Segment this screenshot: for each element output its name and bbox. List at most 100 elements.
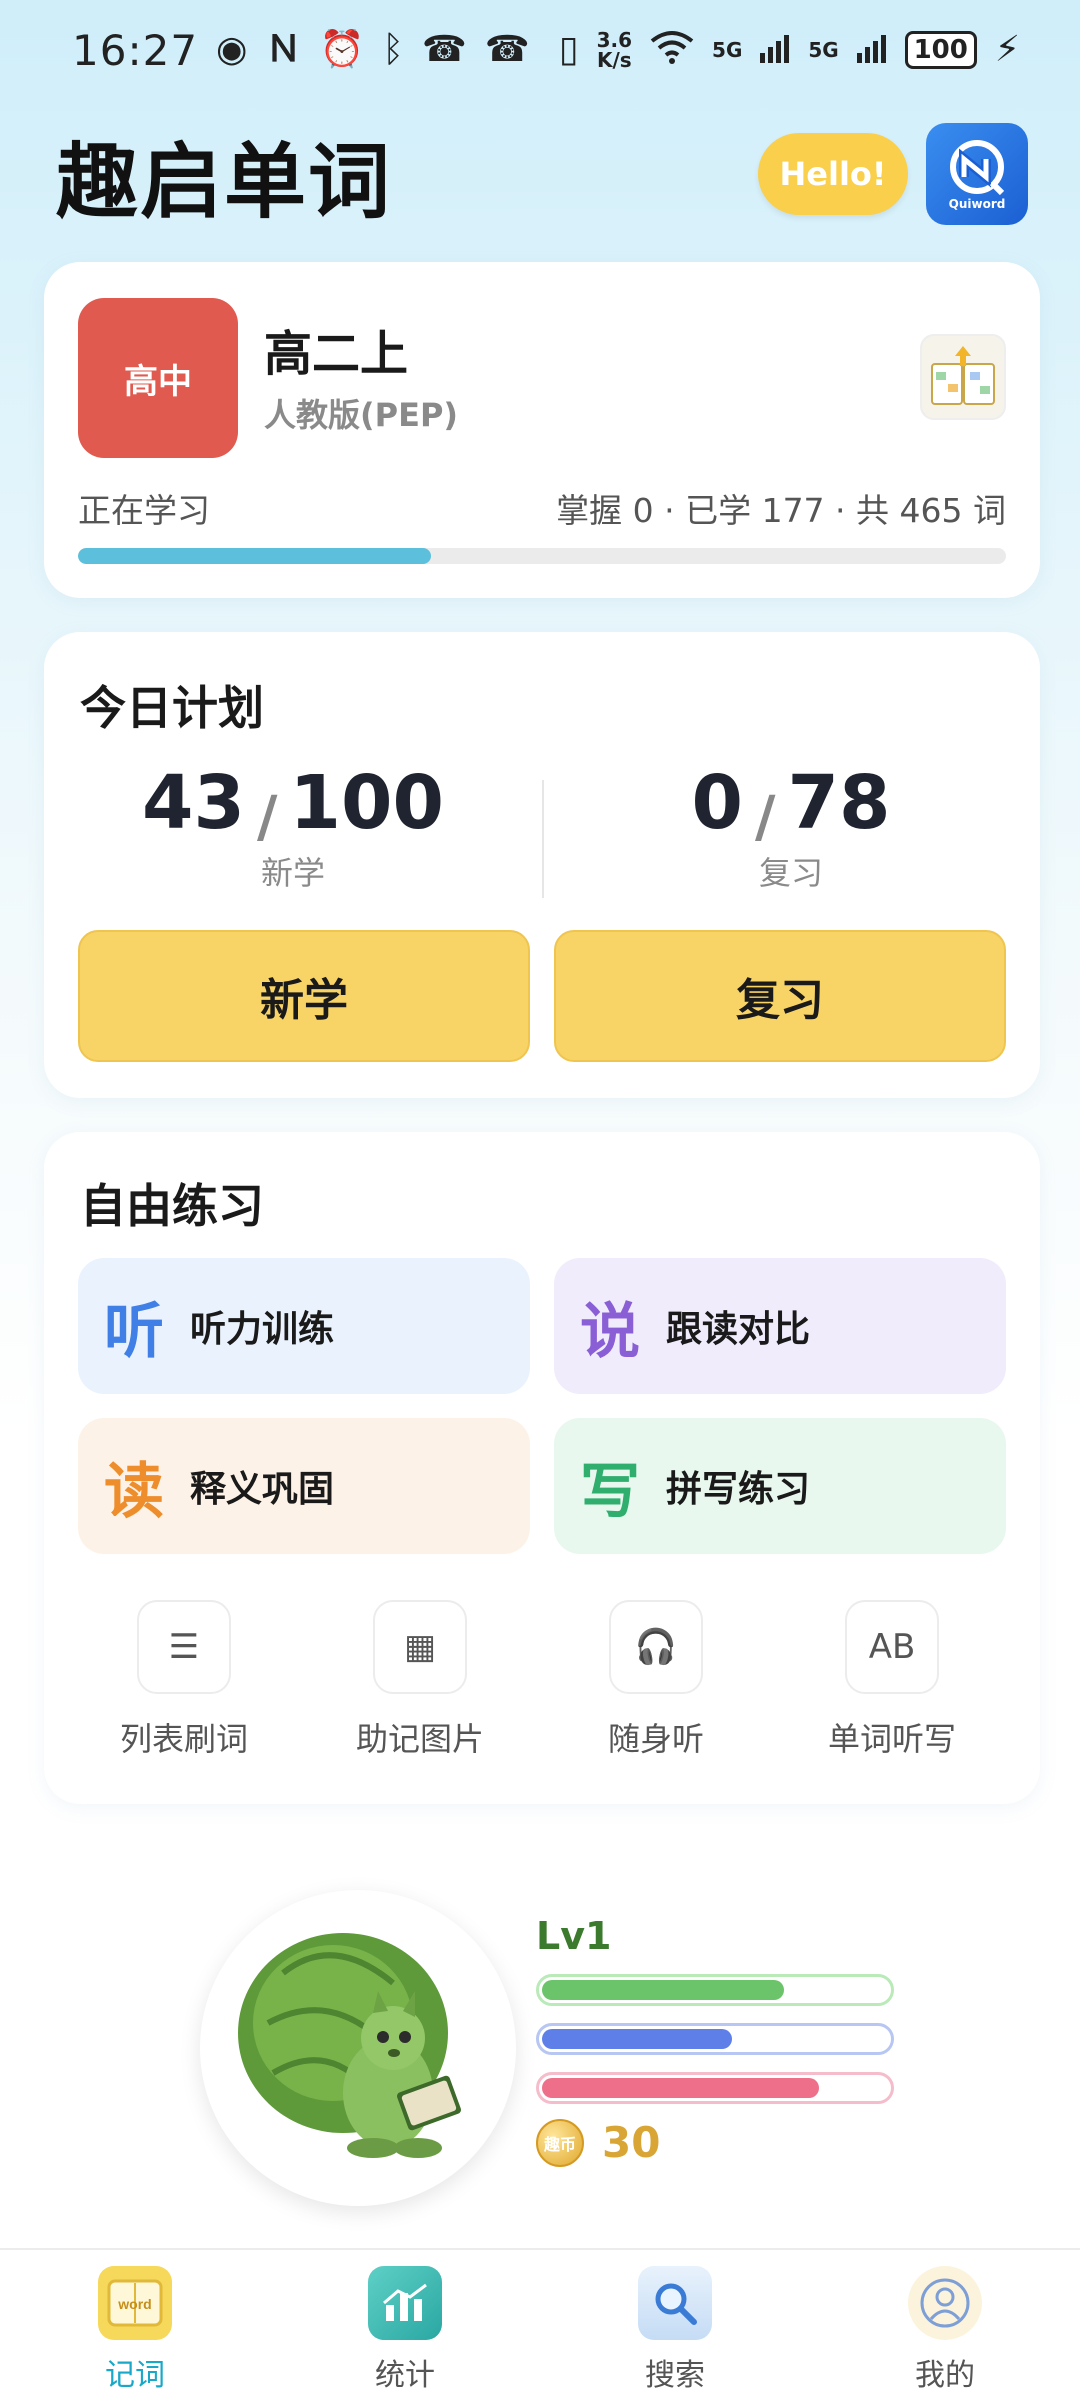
portable-listen-label: 随身听 [607,1720,704,1758]
new-target-count: 100 [289,760,444,846]
meaning-review-label: 释义巩固 [190,1469,335,1510]
wifi-icon [650,29,694,72]
plan-title: 今日计划 [80,681,264,735]
app-header: 趣启单词 Hello! Quiword [56,118,1028,230]
practice-title: 自由练习 [80,1179,264,1233]
hello-button[interactable]: Hello! [758,133,908,215]
book-edition: 人教版(PEP) [264,396,459,434]
dictation-label: 单词听写 [827,1720,956,1758]
listening-glyph-icon: 听 [104,1296,164,1367]
nfc-icon: Ｎ [265,29,302,70]
nav-item-stats[interactable]: 统计 [305,2266,505,2394]
word-book-icon: word [98,2266,172,2340]
mnemonic-images-tool[interactable]: ▦ 助记图片 [320,1600,520,1760]
pet-stat-bar-blue [536,2023,894,2055]
app-title: 趣启单词 [56,134,393,230]
review-slash: / [755,785,776,850]
coin-icon: 趣币 [536,2118,584,2167]
studying-label: 正在学习 [78,491,210,530]
stats-icon [368,2266,442,2340]
book-progress-fill [78,548,431,564]
bottom-nav: word 记词 统计 搜索 我的 [0,2248,1080,2400]
listening-training-tile[interactable]: 听 听力训练 [78,1258,530,1394]
signal-bars-icon-1 [760,27,790,73]
switch-book-button[interactable] [920,334,1006,420]
missed-call-icon-2: ☎ [484,29,530,70]
list-icon: ☰ [137,1600,231,1694]
search-icon [638,2266,712,2340]
nav-item-words[interactable]: word 记词 [35,2266,235,2394]
nav-label-stats: 统计 [375,2358,435,2393]
image-grid-icon: ▦ [373,1600,467,1694]
status-bar: 16:27 ◉ Ｎ ⏰ ᛒ ☎ ☎ ▯ 3.6 K/s 5G 5G 100 ⚡ [0,0,1080,100]
switch-book-icon [931,346,995,405]
speaking-glyph-icon: 说 [580,1296,640,1367]
vibrate-icon: ▯ [558,29,579,70]
pet-stat-bar-green [536,1974,894,2006]
pet-stat-fill-pink [542,2078,819,2098]
reading-glyph-icon: 读 [104,1456,164,1527]
pet-stat-fill-green [542,1980,785,2000]
net-speed: 3.6 K/s [597,30,632,70]
signal-5g-label-1: 5G [712,38,743,62]
battery-icon: 100 [904,31,977,69]
current-book-card[interactable]: 高中 高二上 人教版(PEP) 正在学习 掌握 0 · 已学 177 · 共 4… [44,262,1040,598]
learn-new-button[interactable]: 新学 [78,930,530,1062]
spelling-practice-tile[interactable]: 写 拼写练习 [554,1418,1006,1554]
missed-call-icon: ☎ [421,29,467,70]
review-button[interactable]: 复习 [554,930,1006,1062]
mascot-avatar[interactable] [200,1890,516,2206]
profile-icon [908,2266,982,2340]
pet-level: Lv1 [536,1914,612,1958]
plan-divider [542,780,544,898]
review-caption: 复习 [758,854,823,892]
spelling-practice-label: 拼写练习 [666,1469,811,1510]
net-speed-unit: K/s [596,48,632,72]
word-list-label: 列表刷词 [119,1720,248,1758]
coin-count: 30 [602,2118,661,2167]
new-caption: 新学 [260,854,325,892]
level-badge: 高中 [78,298,238,458]
nav-item-search[interactable]: 搜索 [575,2266,775,2394]
alarm-icon: ⏰ [319,29,365,70]
portable-listen-tool[interactable]: 🎧 随身听 [556,1600,756,1760]
word-icon-text: word [117,2296,151,2312]
review-done-count: 0 [691,760,744,846]
nav-label-words: 记词 [105,2358,165,2393]
new-words-stat: 43/100 新学 [68,760,518,894]
book-title: 高二上 [264,326,409,382]
free-practice-card: 自由练习 听 听力训练 说 跟读对比 读 释义巩固 写 拼写练习 ☰ 列表刷词 … [44,1132,1040,1804]
today-plan-card: 今日计划 43/100 新学 0/78 复习 新学 复习 [44,632,1040,1098]
writing-glyph-icon: 写 [580,1456,640,1527]
logo-text: Quiword [948,197,1006,211]
eye-icon: ◉ [216,29,248,70]
headphones-icon: 🎧 [609,1600,703,1694]
bluetooth-icon: ᛒ [382,29,404,70]
leaf-squirrel-mascot-icon [238,1933,462,2158]
app-logo-button[interactable]: Quiword [926,123,1028,225]
new-done-count: 43 [142,760,246,846]
status-time: 16:27 [72,25,199,75]
quiword-logo-icon [950,140,1005,196]
review-target-count: 78 [787,760,891,846]
meaning-review-tile[interactable]: 读 释义巩固 [78,1418,530,1554]
word-list-tool[interactable]: ☰ 列表刷词 [84,1600,284,1760]
new-slash: / [257,785,278,850]
nav-item-profile[interactable]: 我的 [845,2266,1045,2394]
pet-stat-fill-blue [542,2029,733,2049]
dictation-tool[interactable]: AB 单词听写 [792,1600,992,1760]
signal-bars-icon-2 [856,27,887,73]
read-along-label: 跟读对比 [666,1309,811,1350]
ab-dictation-icon: AB [845,1600,939,1694]
pet-stat-bar-pink [536,2072,894,2104]
coin-balance: 趣币 30 [536,2118,660,2167]
progress-text: 掌握 0 · 已学 177 · 共 465 词 [556,491,1006,530]
nav-label-search: 搜索 [645,2358,705,2393]
read-along-tile[interactable]: 说 跟读对比 [554,1258,1006,1394]
review-words-stat: 0/78 复习 [566,760,1016,894]
listening-training-label: 听力训练 [190,1309,335,1350]
book-progress-bar [78,548,1006,564]
charging-icon: ⚡ [994,29,1020,70]
mnemonic-images-label: 助记图片 [355,1720,484,1758]
nav-label-profile: 我的 [915,2358,975,2393]
